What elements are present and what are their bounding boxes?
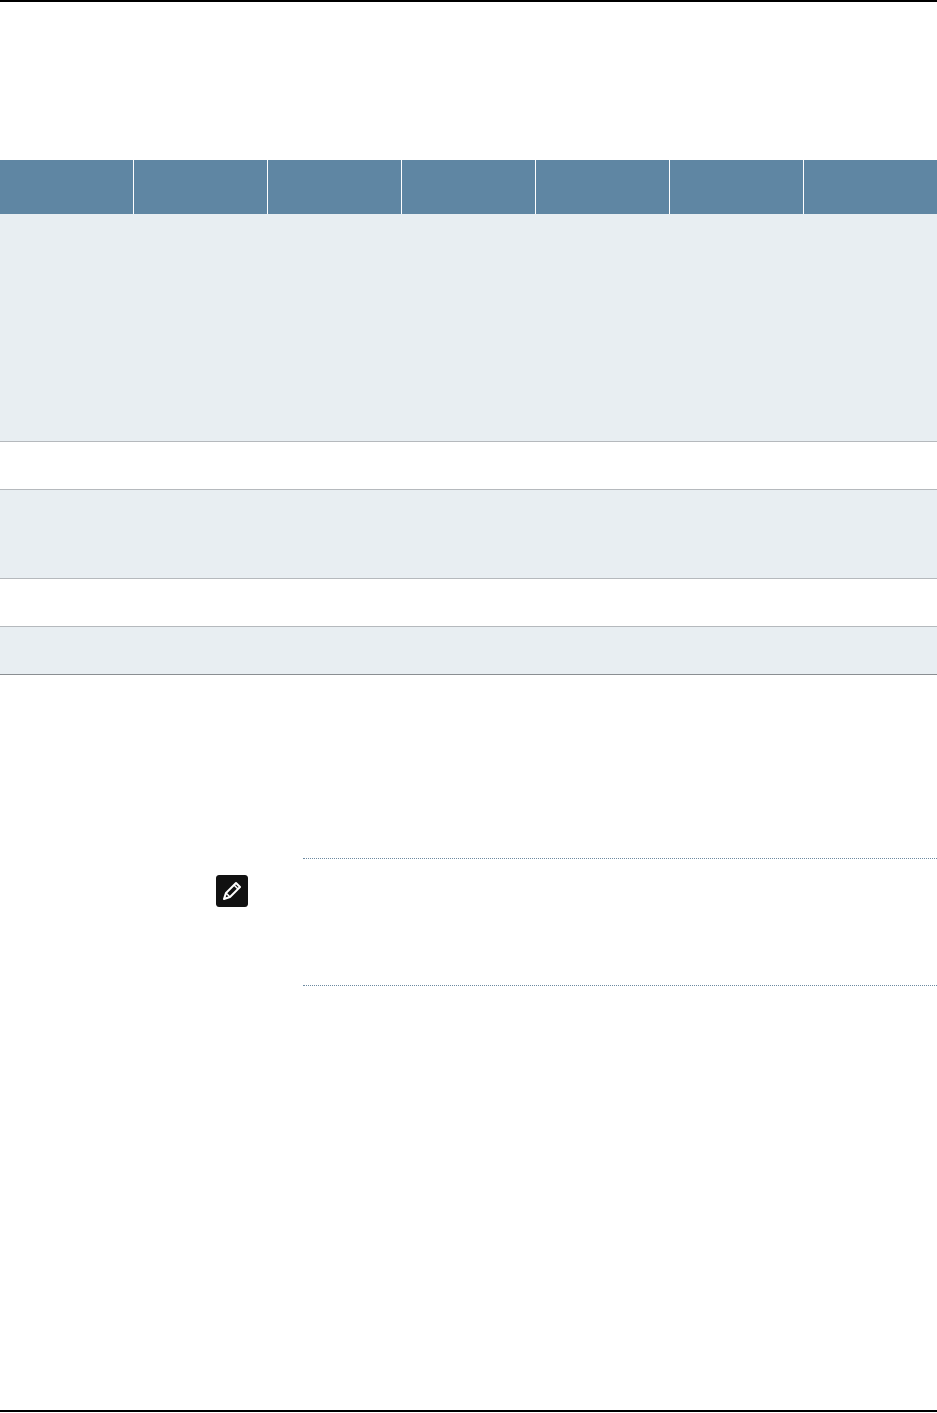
table-header-cell <box>804 160 937 214</box>
table-row <box>0 627 937 675</box>
table-header-cell <box>402 160 536 214</box>
table-row <box>0 490 937 579</box>
table-row <box>0 579 937 627</box>
note-box <box>303 858 937 986</box>
table-header-cell <box>0 160 134 214</box>
page-bottom-rule <box>0 1410 937 1412</box>
page-top-rule <box>0 0 937 2</box>
table-header-cell <box>268 160 402 214</box>
table-row <box>0 214 937 442</box>
table-header-cell <box>536 160 670 214</box>
data-table <box>0 160 937 675</box>
table-row <box>0 442 937 490</box>
table-header-cell <box>134 160 268 214</box>
table-header-cell <box>670 160 804 214</box>
pencil-note-icon <box>216 875 248 907</box>
table-header-row <box>0 160 937 214</box>
